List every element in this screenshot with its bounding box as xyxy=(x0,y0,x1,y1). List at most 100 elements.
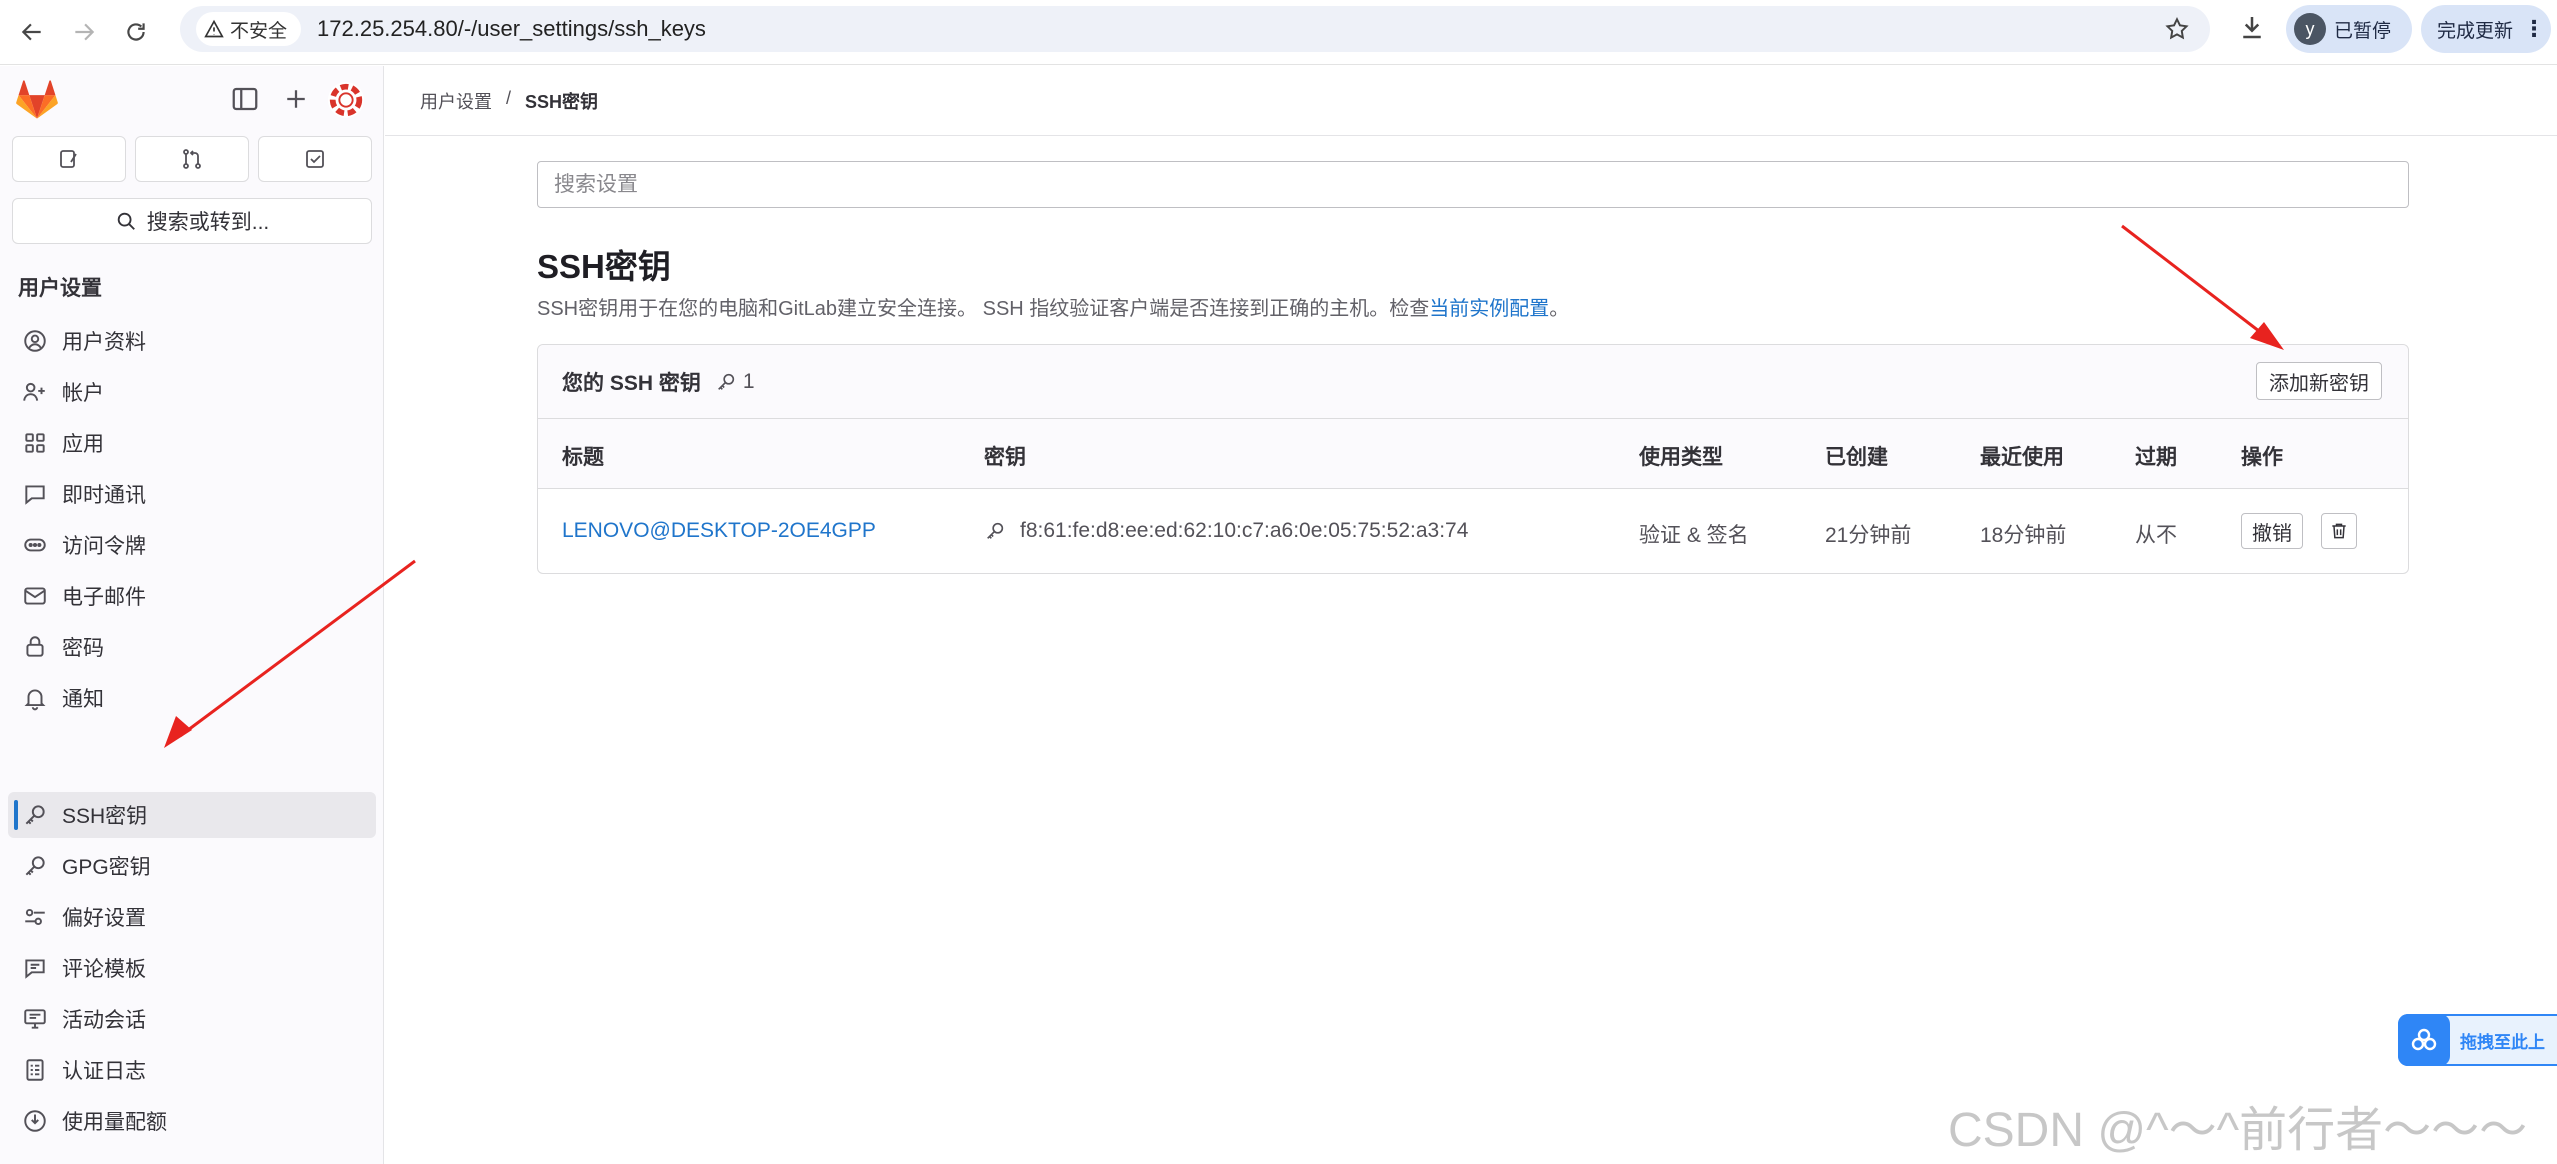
security-indicator[interactable]: 不安全 xyxy=(196,12,302,46)
bookmark-star-icon[interactable] xyxy=(2164,16,2190,42)
trash-icon xyxy=(2332,523,2346,539)
sidebar-item-label: 访问令牌 xyxy=(62,535,146,558)
add-new-key-button[interactable]: 添加新密钥 xyxy=(2256,362,2382,400)
sidebar-item-label: SSH密钥 xyxy=(62,805,148,828)
column-title: 标题 xyxy=(562,446,604,469)
sidebar-item-usage-quotas[interactable]: 使用量配额 xyxy=(8,1098,376,1144)
search-or-goto-button[interactable]: 搜索或转到... xyxy=(12,198,372,244)
table-row: LENOVO@DESKTOP-2OE4GPP f8:61:fe:d8:ee:ed… xyxy=(538,489,2408,573)
widget-label: 拖拽至此上 xyxy=(2460,1032,2545,1052)
monitor-icon xyxy=(22,1006,48,1032)
preferences-icon xyxy=(22,904,48,930)
profile-button[interactable]: y 已暂停 xyxy=(2286,5,2412,53)
breadcrumb-divider xyxy=(385,135,2557,136)
breadcrumb-current[interactable]: SSH密钥 xyxy=(525,88,598,114)
sidebar-item-comment-templates[interactable]: 评论模板 xyxy=(8,945,376,991)
column-actions: 操作 xyxy=(2241,446,2283,469)
reload-button[interactable] xyxy=(116,12,156,52)
sidebar-item-label: 活动会话 xyxy=(62,1009,146,1032)
sidebar-item-profile[interactable]: 用户资料 xyxy=(8,318,376,364)
sidebar-toggle-icon xyxy=(232,87,258,111)
sidebar-item-emails[interactable]: 电子邮件 xyxy=(8,573,376,619)
sidebar-item-label: 用户资料 xyxy=(62,331,146,354)
account-icon xyxy=(22,379,48,405)
quota-icon xyxy=(22,1108,48,1134)
toggle-sidebar-button[interactable] xyxy=(230,84,260,114)
created-value: 21分钟前 xyxy=(1825,524,1912,547)
address-bar[interactable]: 不安全 172.25.254.80/-/user_settings/ssh_ke… xyxy=(180,6,2210,52)
issues-icon xyxy=(60,150,77,168)
key-count: 1 xyxy=(715,370,755,394)
user-avatar[interactable] xyxy=(327,81,365,119)
sidebar-item-ssh-keys[interactable]: SSH密钥 xyxy=(8,792,376,838)
search-icon xyxy=(117,212,135,230)
sidebar-item-auth-log[interactable]: 认证日志 xyxy=(8,1047,376,1093)
ssh-keys-card: 您的 SSH 密钥 1 添加新密钥 标题 密钥 使用类型 已创建 最近使用 过期… xyxy=(537,344,2409,574)
sidebar-item-label: 帐户 xyxy=(62,382,104,405)
sidebar-item-chat[interactable]: 即时通讯 xyxy=(8,471,376,517)
back-button[interactable] xyxy=(12,12,52,52)
sidebar-item-access-tokens[interactable]: 访问令牌 xyxy=(8,522,376,568)
sidebar: 搜索或转到... 用户设置 用户资料 帐户 应用 即时通讯 访问令牌 电子邮件 … xyxy=(0,66,384,1164)
menu-kebab-icon: ⋮ xyxy=(2523,16,2546,41)
arrow-left-icon xyxy=(21,23,41,41)
sidebar-item-preferences[interactable]: 偏好设置 xyxy=(8,894,376,940)
create-new-button[interactable] xyxy=(281,84,311,114)
instance-config-link[interactable]: 当前实例配置 xyxy=(1429,298,1549,320)
update-label: 完成更新 xyxy=(2437,20,2514,42)
search-or-goto-label: 搜索或转到... xyxy=(146,211,270,234)
plus-icon xyxy=(287,90,305,108)
warning-icon xyxy=(204,19,224,38)
key-icon xyxy=(22,802,48,828)
sidebar-item-notifications[interactable]: 通知 xyxy=(8,675,376,721)
floating-drag-widget[interactable]: 拖拽至此上 xyxy=(2398,1014,2557,1066)
sidebar-item-label: 密码 xyxy=(62,637,104,660)
usage-type-value: 验证 & 签名 xyxy=(1639,524,1749,547)
chat-icon xyxy=(22,481,48,507)
column-expires: 过期 xyxy=(2135,446,2177,469)
issues-shortcut[interactable] xyxy=(12,136,126,182)
column-created: 已创建 xyxy=(1825,446,1888,469)
column-key: 密钥 xyxy=(984,446,1026,469)
forward-button[interactable] xyxy=(64,12,104,52)
last-used-value: 18分钟前 xyxy=(1980,524,2067,547)
key-fingerprint: f8:61:fe:d8:ee:ed:62:10:c7:a6:0e:05:75:5… xyxy=(984,519,1468,543)
download-icon[interactable] xyxy=(2237,12,2267,42)
arrow-to-add-key-line xyxy=(2121,224,2269,340)
key-icon xyxy=(987,522,1004,539)
delete-key-button[interactable] xyxy=(2321,513,2357,549)
sidebar-item-active-sessions[interactable]: 活动会话 xyxy=(8,996,376,1042)
todo-check-icon xyxy=(306,150,324,168)
merge-requests-shortcut[interactable] xyxy=(135,136,249,182)
settings-search-input[interactable] xyxy=(537,161,2409,208)
browser-toolbar: 不安全 172.25.254.80/-/user_settings/ssh_ke… xyxy=(0,0,2557,65)
sidebar-item-password[interactable]: 密码 xyxy=(8,624,376,670)
breadcrumb-parent[interactable]: 用户设置 xyxy=(420,88,492,114)
revoke-button[interactable]: 撤销 xyxy=(2241,513,2303,549)
sidebar-item-account[interactable]: 帐户 xyxy=(8,369,376,415)
url-text[interactable]: 172.25.254.80/-/user_settings/ssh_keys xyxy=(317,16,706,42)
expires-value: 从不 xyxy=(2135,524,2177,547)
reload-icon xyxy=(127,23,145,41)
merge-request-icon xyxy=(183,149,201,169)
log-icon xyxy=(22,1057,48,1083)
sidebar-item-label: 即时通讯 xyxy=(62,484,146,507)
key-title-link[interactable]: LENOVO@DESKTOP-2OE4GPP xyxy=(562,519,876,543)
page-title: SSH密钥 xyxy=(537,248,671,285)
sidebar-item-gpg-keys[interactable]: GPG密钥 xyxy=(8,843,376,889)
comment-icon xyxy=(22,955,48,981)
update-button[interactable]: 完成更新 ⋮ xyxy=(2421,5,2551,53)
card-header: 您的 SSH 密钥 1 添加新密钥 xyxy=(538,345,2408,419)
todo-shortcut[interactable] xyxy=(258,136,372,182)
sidebar-item-label: 使用量配额 xyxy=(62,1111,167,1134)
page-description: SSH密钥用于在您的电脑和GitLab建立安全连接。 SSH 指纹验证客户端是否… xyxy=(537,292,1569,321)
table-header: 标题 密钥 使用类型 已创建 最近使用 过期 操作 xyxy=(538,419,2408,489)
sidebar-item-label: 认证日志 xyxy=(62,1060,146,1083)
sidebar-item-label: GPG密钥 xyxy=(62,856,151,879)
sidebar-item-label: 电子邮件 xyxy=(62,586,146,609)
gitlab-logo-icon[interactable] xyxy=(16,80,58,120)
fingerprint-value: f8:61:fe:d8:ee:ed:62:10:c7:a6:0e:05:75:5… xyxy=(1020,519,1469,542)
sidebar-item-applications[interactable]: 应用 xyxy=(8,420,376,466)
breadcrumb: 用户设置 / SSH密钥 xyxy=(420,88,598,114)
profile-status: 已暂停 xyxy=(2334,20,2392,42)
